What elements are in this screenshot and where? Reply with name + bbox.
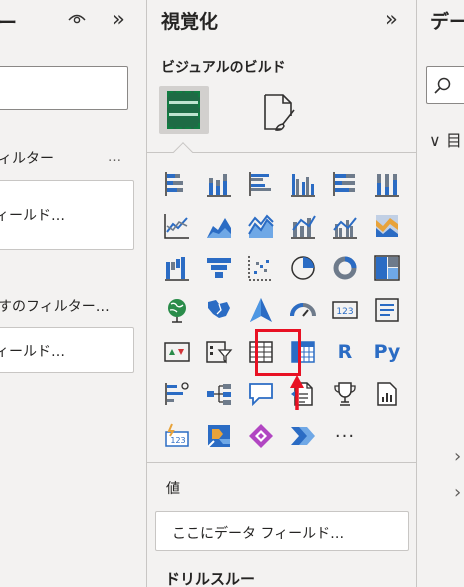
ribbon-chart-icon[interactable] xyxy=(371,210,403,242)
stacked-bar-icon[interactable] xyxy=(161,168,193,200)
card-icon[interactable]: 123 xyxy=(329,294,361,326)
slicer-icon[interactable] xyxy=(203,336,235,368)
collapse-filter-pane-icon[interactable]: » xyxy=(112,9,125,30)
collapse-visualizations-icon[interactable]: » xyxy=(385,9,398,30)
key-influencers-icon[interactable] xyxy=(161,378,193,410)
multi-row-card-icon[interactable] xyxy=(371,294,403,326)
more-visuals-icon[interactable]: ··· xyxy=(329,420,361,452)
build-visual-tab[interactable] xyxy=(159,86,209,134)
visualizations-title: 視覚化 xyxy=(161,11,219,33)
qna-icon[interactable] xyxy=(245,378,277,410)
filter-pane-title: ー xyxy=(0,12,18,34)
globe-icon[interactable] xyxy=(161,294,193,326)
visualizations-pane: 視覚化 » ビジュアルのビルド 123 R Py 123 ··· 値 ここにデー… xyxy=(147,0,416,587)
funnel-icon[interactable] xyxy=(203,252,235,284)
filter-section-label: ィルター xyxy=(0,151,54,167)
chevron-right-icon[interactable]: › xyxy=(454,446,461,467)
clustered-column-icon[interactable] xyxy=(287,168,319,200)
power-automate-icon[interactable] xyxy=(203,420,235,452)
card-icon-text: 123 xyxy=(336,307,353,317)
line-clustered-column-icon[interactable] xyxy=(329,210,361,242)
all-pages-filter-well[interactable]: ィールド… xyxy=(0,327,134,373)
section-divider xyxy=(147,462,416,463)
data-tree-item[interactable]: ∨ 目 xyxy=(429,127,462,151)
power-automate-chevron-icon[interactable] xyxy=(287,420,319,452)
r-icon[interactable]: R xyxy=(329,336,361,368)
table-highlight-box xyxy=(255,329,301,376)
chevron-down-icon: ∨ xyxy=(429,131,441,150)
eye-icon[interactable] xyxy=(68,12,86,26)
format-brush-icon[interactable] xyxy=(261,92,299,132)
power-apps-icon[interactable]: 123 xyxy=(161,420,193,452)
power-apps-icon-text: 123 xyxy=(170,436,185,445)
values-label: 値 xyxy=(166,481,180,497)
build-visual-icon xyxy=(167,91,200,129)
filter-field-well-text: ィールド… xyxy=(0,208,65,224)
kpi-icon[interactable] xyxy=(161,336,193,368)
data-pane: デー ∨ 目 › › xyxy=(417,0,464,587)
data-tree-item-label: 目 xyxy=(445,131,462,150)
values-field-well[interactable]: ここにデータ フィールド… xyxy=(155,511,409,551)
pie-icon[interactable] xyxy=(287,252,319,284)
more-options-icon[interactable]: … xyxy=(108,150,122,165)
treemap-icon[interactable] xyxy=(371,252,403,284)
azure-map-icon[interactable] xyxy=(245,294,277,326)
trophy-icon[interactable] xyxy=(329,378,361,410)
search-icon xyxy=(434,77,451,94)
paginated-report-icon[interactable] xyxy=(371,378,403,410)
build-visual-subtitle: ビジュアルのビルド xyxy=(161,60,286,76)
data-pane-title: デー xyxy=(430,11,464,33)
donut-icon[interactable] xyxy=(329,252,361,284)
clustered-bar-icon[interactable] xyxy=(245,168,277,200)
gauge-icon[interactable] xyxy=(287,294,319,326)
full-stacked-column-icon[interactable] xyxy=(371,168,403,200)
data-search-input[interactable] xyxy=(426,66,464,104)
filter-field-well[interactable]: ィールド… xyxy=(0,180,134,250)
python-icon[interactable]: Py xyxy=(371,336,403,368)
visual-gallery: 123 R Py 123 ··· xyxy=(161,168,406,458)
selected-tab-caret xyxy=(173,142,193,162)
filter-pane: ー » ィルター … ィールド… すのフィルター… ィールド… xyxy=(0,0,146,587)
drillthrough-label: ドリルスルー xyxy=(165,570,256,587)
stacked-column-icon[interactable] xyxy=(203,168,235,200)
line-stacked-column-icon[interactable] xyxy=(287,210,319,242)
waterfall-icon[interactable] xyxy=(161,252,193,284)
values-field-well-text: ここにデータ フィールド… xyxy=(172,526,345,542)
annotation-arrow-icon xyxy=(290,375,304,410)
all-pages-filter-well-text: ィールド… xyxy=(0,344,65,360)
scatter-icon[interactable] xyxy=(245,252,277,284)
filter-search-input[interactable] xyxy=(0,66,128,110)
stacked-area-icon[interactable] xyxy=(245,210,277,242)
decomposition-tree-icon[interactable] xyxy=(203,378,235,410)
full-stacked-bar-icon[interactable] xyxy=(329,168,361,200)
line-chart-icon[interactable] xyxy=(161,210,193,242)
all-pages-filter-label: すのフィルター… xyxy=(0,299,110,315)
filled-map-icon[interactable] xyxy=(203,294,235,326)
area-chart-icon[interactable] xyxy=(203,210,235,242)
chevron-right-icon[interactable]: › xyxy=(454,482,461,503)
power-apps-diamond-icon[interactable] xyxy=(245,420,277,452)
